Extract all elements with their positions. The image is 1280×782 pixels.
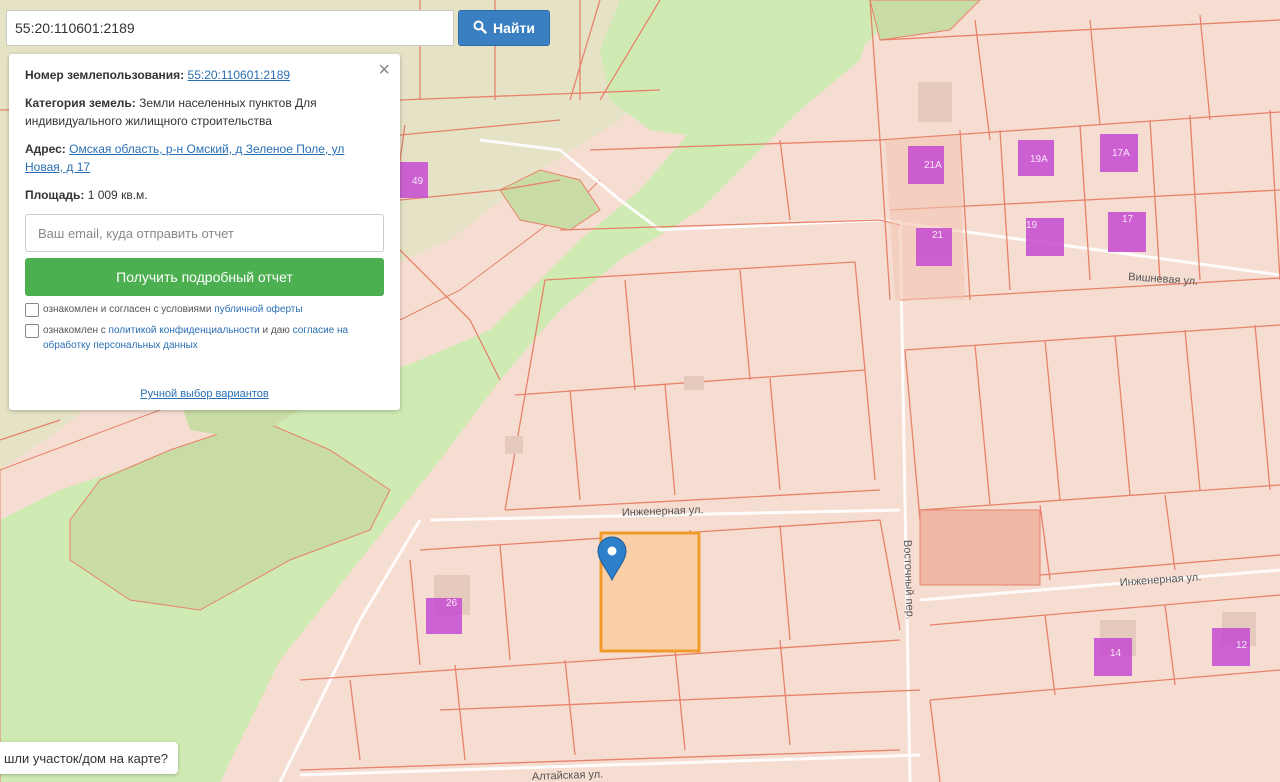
area-row: Площадь: 1 009 кв.м. [25, 186, 384, 204]
area-value: 1 009 кв.м. [87, 188, 148, 202]
public-offer-link[interactable]: публичной оферты [214, 304, 302, 315]
cadastral-label: Номер землепользования: [25, 68, 185, 82]
privacy-consent-row: ознакомлен с политикой конфиденциальност… [25, 323, 384, 353]
cadastral-number-link[interactable]: 55:20:110601:2189 [188, 68, 291, 82]
house-number: 12 [1236, 640, 1248, 651]
parcel-info-panel: × Номер землепользования: 55:20:110601:2… [9, 54, 400, 410]
get-report-button[interactable]: Получить подробный отчет [25, 258, 384, 296]
house-number: 17А [1112, 148, 1130, 159]
category-label: Категория земель: [25, 96, 136, 110]
address-link[interactable]: Омская область, р-н Омский, д Зеленое По… [25, 142, 344, 174]
house-number: 21А [924, 160, 942, 171]
privacy-consent-checkbox[interactable] [25, 324, 39, 338]
house-number: 49 [412, 176, 424, 187]
privacy-consent-text: ознакомлен с политикой конфиденциальност… [43, 325, 349, 351]
house-number: 26 [446, 598, 458, 609]
house-number: 19А [1030, 154, 1048, 165]
email-field[interactable] [25, 214, 384, 252]
offer-consent-checkbox[interactable] [25, 303, 39, 317]
cadastral-row: Номер землепользования: 55:20:110601:218… [25, 66, 384, 84]
house-number: 17 [1122, 214, 1134, 225]
privacy-policy-link[interactable]: политикой конфиденциальности [109, 325, 260, 336]
house-number: 19 [1026, 220, 1038, 231]
close-icon[interactable]: × [378, 60, 390, 80]
house-number: 14 [1110, 648, 1122, 659]
address-label: Адрес: [25, 142, 66, 156]
street-label: Алтайская ул. [532, 769, 604, 782]
search-icon [473, 20, 487, 37]
search-button[interactable]: Найти [458, 10, 550, 46]
offer-consent-text: ознакомлен и согласен с условиями публич… [43, 304, 303, 315]
found-parcel-button[interactable]: шли участок/дом на карте? [0, 742, 179, 774]
manual-selection-link[interactable]: Ручной выбор вариантов [9, 388, 400, 400]
address-row: Адрес: Омская область, р-н Омский, д Зел… [25, 140, 384, 176]
search-input[interactable] [6, 10, 454, 46]
area-label: Площадь: [25, 188, 85, 202]
house-number: 21 [932, 230, 944, 241]
search-button-label: Найти [493, 20, 535, 36]
category-row: Категория земель: Земли населенных пункт… [25, 94, 384, 130]
offer-consent-row: ознакомлен и согласен с условиями публич… [25, 302, 384, 317]
